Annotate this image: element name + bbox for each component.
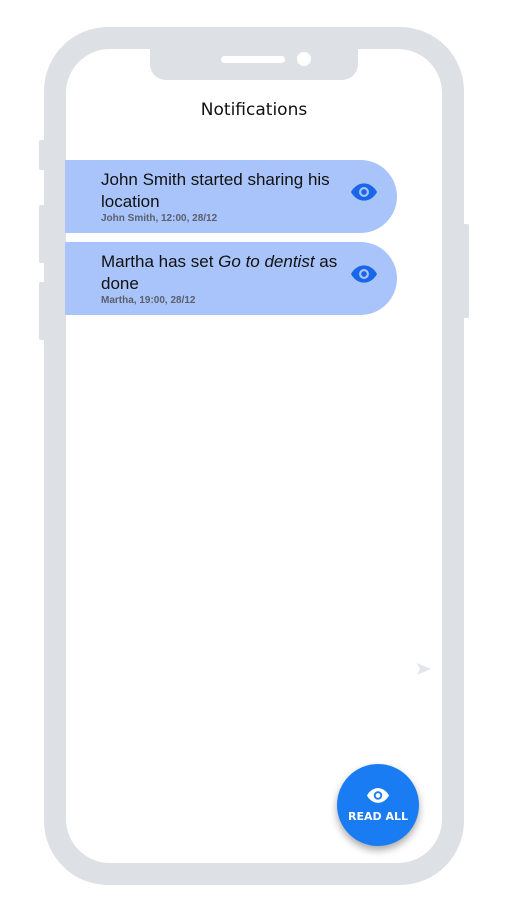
eye-icon[interactable] — [351, 265, 377, 283]
eye-icon[interactable] — [351, 183, 377, 201]
notification-meta: Martha, 19:00, 28/12 — [101, 295, 196, 306]
phone-mockup: Notifications John Smith started sharing… — [0, 0, 508, 913]
notification-message: Martha has set Go to dentist as done — [101, 251, 341, 295]
read-all-label: READ ALL — [348, 810, 408, 823]
page-title: Notifications — [200, 100, 308, 120]
task-name: Go to dentist — [218, 252, 315, 271]
notification-card[interactable]: Martha has set Go to dentist as done Mar… — [65, 242, 397, 315]
notification-card[interactable]: John Smith started sharing his location … — [65, 160, 397, 233]
read-all-button[interactable]: READ ALL — [337, 764, 419, 846]
notification-message: John Smith started sharing his location — [101, 170, 330, 211]
speaker-grille — [221, 56, 285, 63]
send-arrow-icon — [417, 663, 431, 675]
message-prefix: Martha has set — [101, 252, 219, 271]
phone-notch — [150, 27, 358, 80]
eye-icon — [367, 788, 389, 803]
notification-meta: John Smith, 12:00, 28/12 — [101, 213, 218, 224]
front-camera — [297, 52, 311, 66]
